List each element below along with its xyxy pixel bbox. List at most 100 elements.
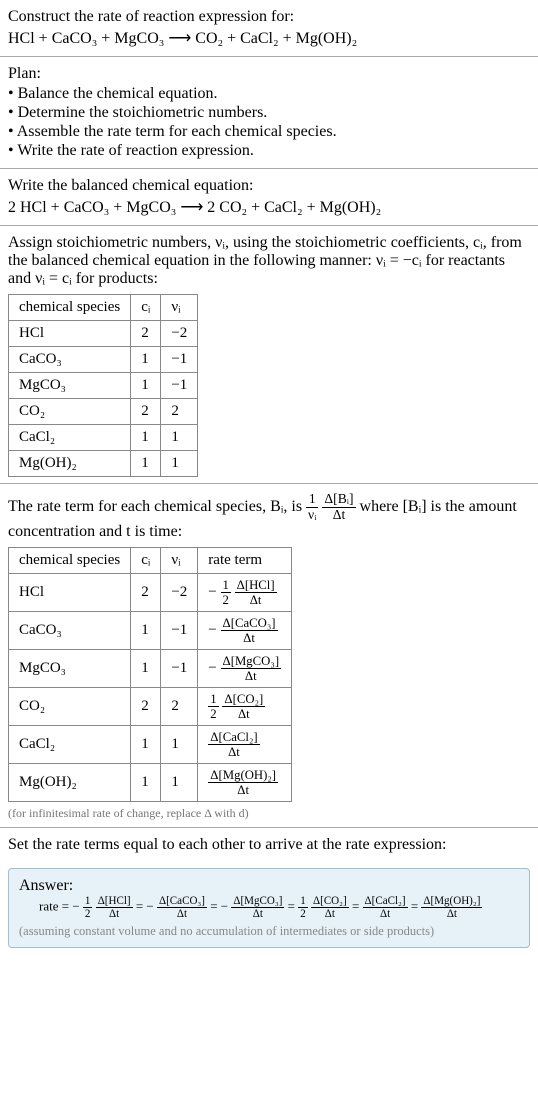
cell-species: CO₂ bbox=[9, 688, 131, 726]
balanced-section: Write the balanced chemical equation: 2 … bbox=[0, 169, 538, 226]
rt-col-ci: cᵢ bbox=[131, 547, 161, 573]
cell-vi: −1 bbox=[161, 611, 198, 649]
eq-sign: = bbox=[136, 899, 147, 914]
table-row: CO₂22 bbox=[9, 399, 198, 425]
frac-den: Δt bbox=[96, 908, 133, 920]
frac-den: νᵢ bbox=[306, 508, 318, 523]
frac-num: Δ[HCl] bbox=[96, 895, 133, 908]
frac-num: Δ[CaCl₂] bbox=[208, 730, 259, 745]
rt-col-vi: νᵢ bbox=[161, 547, 198, 573]
balanced-equation: 2 HCl + CaCO₃ + MgCO₃ ⟶ 2 CO₂ + CaCl₂ + … bbox=[8, 197, 530, 217]
table-row: HCl 2 −2 − 12 Δ[HCl]Δt bbox=[9, 573, 292, 611]
answer-assume: (assuming constant volume and no accumul… bbox=[19, 924, 519, 939]
cell-ci: 1 bbox=[131, 611, 161, 649]
plan-title: Plan: bbox=[8, 65, 530, 83]
frac-num: 1 bbox=[208, 692, 218, 707]
rateterm-note: (for infinitesimal rate of change, repla… bbox=[8, 806, 530, 821]
neg-sign: − bbox=[208, 660, 216, 676]
frac-num: Δ[CO₂] bbox=[222, 692, 265, 707]
frac-den: Δt bbox=[322, 508, 355, 523]
frac-den: Δt bbox=[421, 908, 482, 920]
plan-item: • Balance the chemical equation. bbox=[8, 85, 530, 103]
cell-species: MgCO₃ bbox=[9, 649, 131, 687]
cell-species: HCl bbox=[9, 573, 131, 611]
cell-species: CaCl₂ bbox=[9, 425, 131, 451]
frac-num: Δ[CaCO₃] bbox=[221, 616, 278, 631]
cell-vi: 1 bbox=[161, 726, 198, 764]
answer-box: Answer: rate = − 12 Δ[HCl]Δt = − Δ[CaCO₃… bbox=[8, 868, 530, 948]
neg-sign: − bbox=[221, 899, 228, 914]
plan-item: • Determine the stoichiometric numbers. bbox=[8, 104, 530, 122]
frac-den: 2 bbox=[208, 707, 218, 721]
cell-vi: −2 bbox=[161, 573, 198, 611]
frac-num: Δ[CO₂] bbox=[311, 895, 349, 908]
eq-sign: = bbox=[352, 899, 363, 914]
frac-den: 2 bbox=[221, 593, 231, 607]
rateterm-table: chemical species cᵢ νᵢ rate term HCl 2 −… bbox=[8, 547, 292, 802]
frac-den: 2 bbox=[83, 908, 93, 920]
cell-species: CaCO₃ bbox=[9, 347, 131, 373]
cell-rate: − 12 Δ[HCl]Δt bbox=[198, 573, 292, 611]
term1: Δ[HCl]Δt bbox=[96, 895, 133, 920]
cell-ci: 2 bbox=[131, 573, 161, 611]
cell-vi: 1 bbox=[161, 451, 198, 477]
cell-ci: 1 bbox=[131, 373, 161, 399]
frac-den: Δt bbox=[222, 707, 265, 721]
cell-ci: 1 bbox=[131, 425, 161, 451]
term4: Δ[CO₂]Δt bbox=[311, 895, 349, 920]
frac-den: Δt bbox=[363, 908, 408, 920]
cell-ci: 2 bbox=[131, 321, 161, 347]
delta-frac: Δ[MgCO₃]Δt bbox=[221, 654, 282, 683]
frac-den: Δt bbox=[208, 783, 278, 797]
cell-rate: − Δ[CaCO₃]Δt bbox=[198, 611, 292, 649]
rateterm-frac2: Δ[Bᵢ]Δt bbox=[322, 492, 355, 523]
stoich-col-vi: νᵢ bbox=[161, 295, 198, 321]
table-row: CaCO₃ 1 −1 − Δ[CaCO₃]Δt bbox=[9, 611, 292, 649]
coef-frac: 12 bbox=[221, 578, 231, 607]
frac-num: Δ[Mg(OH)₂] bbox=[208, 768, 278, 783]
frac-num: Δ[CaCO₃] bbox=[157, 895, 207, 908]
coef-frac: 12 bbox=[208, 692, 218, 721]
plan-list: • Balance the chemical equation. • Deter… bbox=[8, 85, 530, 160]
stoich-table: chemical species cᵢ νᵢ HCl2−2 CaCO₃1−1 M… bbox=[8, 294, 198, 477]
cell-vi: 2 bbox=[161, 688, 198, 726]
frac-num: Δ[CaCl₂] bbox=[363, 895, 408, 908]
delta-frac: Δ[CaCO₃]Δt bbox=[221, 616, 278, 645]
construct-title: Construct the rate of reaction expressio… bbox=[8, 8, 530, 26]
cell-rate: Δ[Mg(OH)₂]Δt bbox=[198, 764, 292, 802]
cell-species: CaCl₂ bbox=[9, 726, 131, 764]
frac-num: Δ[MgCO₃] bbox=[231, 895, 284, 908]
frac-num: Δ[MgCO₃] bbox=[221, 654, 282, 669]
construct-section: Construct the rate of reaction expressio… bbox=[0, 0, 538, 57]
final-section: Set the rate terms equal to each other t… bbox=[0, 828, 538, 862]
neg-sign: − bbox=[208, 584, 216, 600]
rt-col-rate: rate term bbox=[198, 547, 292, 573]
frac-den: 2 bbox=[298, 908, 308, 920]
cell-vi: −2 bbox=[161, 321, 198, 347]
cell-vi: −1 bbox=[161, 649, 198, 687]
rateterm-section: The rate term for each chemical species,… bbox=[0, 484, 538, 828]
half-frac: 12 bbox=[298, 895, 308, 920]
term6: Δ[Mg(OH)₂]Δt bbox=[421, 895, 482, 920]
cell-ci: 1 bbox=[131, 649, 161, 687]
term2: Δ[CaCO₃]Δt bbox=[157, 895, 207, 920]
cell-ci: 2 bbox=[131, 688, 161, 726]
frac-den: Δt bbox=[235, 593, 277, 607]
answer-label: Answer: bbox=[19, 877, 519, 895]
plan-section: Plan: • Balance the chemical equation. •… bbox=[0, 57, 538, 169]
cell-vi: −1 bbox=[161, 373, 198, 399]
stoich-intro: Assign stoichiometric numbers, νᵢ, using… bbox=[8, 234, 530, 288]
cell-species: CO₂ bbox=[9, 399, 131, 425]
cell-species: Mg(OH)₂ bbox=[9, 451, 131, 477]
table-row: CaCl₂ 1 1 Δ[CaCl₂]Δt bbox=[9, 726, 292, 764]
stoich-section: Assign stoichiometric numbers, νᵢ, using… bbox=[0, 226, 538, 484]
plan-item: • Write the rate of reaction expression. bbox=[8, 142, 530, 160]
delta-frac: Δ[CaCl₂]Δt bbox=[208, 730, 259, 759]
eq-sign: = bbox=[411, 899, 422, 914]
construct-equation: HCl + CaCO₃ + MgCO₃ ⟶ CO₂ + CaCl₂ + Mg(O… bbox=[8, 28, 530, 48]
table-row: MgCO₃ 1 −1 − Δ[MgCO₃]Δt bbox=[9, 649, 292, 687]
table-row: CO₂ 2 2 12 Δ[CO₂]Δt bbox=[9, 688, 292, 726]
delta-frac: Δ[Mg(OH)₂]Δt bbox=[208, 768, 278, 797]
cell-ci: 1 bbox=[131, 347, 161, 373]
cell-vi: 1 bbox=[161, 764, 198, 802]
